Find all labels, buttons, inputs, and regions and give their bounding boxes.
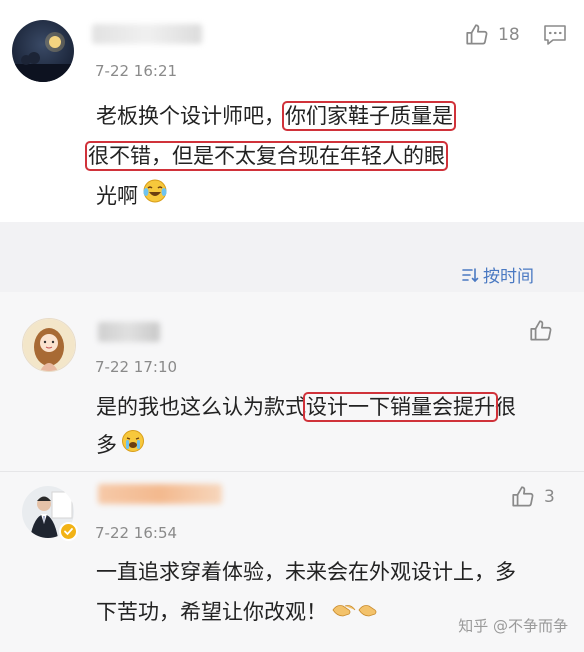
comment-text: 多 — [96, 433, 117, 457]
thumbs-up-icon — [512, 486, 534, 507]
comment-time: 7-22 16:54 — [95, 524, 178, 542]
comment-thread: 7-22 16:21 18 老板换个设计师吧，你们家鞋子质量是 很不错，但是不太… — [0, 0, 584, 652]
highlight-box: 设计一下销量会提升 — [303, 392, 498, 422]
comment-body: 是的我也这么认为款式设计一下销量会提升很 多 — [96, 388, 576, 465]
watermark: 知乎 @不争而争 — [458, 617, 568, 635]
comment-icon — [544, 25, 566, 45]
comment-1: 7-22 16:21 18 老板换个设计师吧，你们家鞋子质量是 很不错，但是不太… — [0, 0, 584, 222]
laugh-cry-emoji — [142, 177, 168, 217]
verified-badge-icon — [59, 522, 78, 541]
reply-button[interactable] — [543, 24, 567, 50]
crying-emoji — [121, 427, 145, 465]
handshake-emoji — [331, 593, 383, 633]
sort-icon — [462, 267, 479, 282]
comment-time: 7-22 16:21 — [95, 62, 178, 80]
thumbs-up-icon — [530, 320, 552, 341]
sort-by-time-button[interactable]: 按时间 — [461, 262, 534, 287]
like-button[interactable] — [528, 318, 554, 344]
like-button[interactable]: 18 — [464, 22, 520, 48]
avatar[interactable] — [22, 486, 78, 541]
avatar[interactable] — [12, 20, 74, 82]
username-redacted[interactable] — [92, 24, 202, 44]
comment-text: 很 — [495, 395, 516, 419]
comment-time: 7-22 17:10 — [95, 358, 178, 376]
comment-text: 一直追求穿着体验，未来会在外观设计上，多 — [96, 560, 516, 584]
sort-label: 按时间 — [483, 267, 534, 287]
comment-2: 7-22 17:10 是的我也这么认为款式设计一下销量会提升很 多 — [0, 296, 584, 466]
username-redacted[interactable] — [98, 484, 222, 504]
comment-3: 7-22 16:54 3 一直追求穿着体验，未来会在外观设计上，多 下苦功，希望… — [0, 472, 584, 652]
comment-text: 是的我也这么认为款式 — [96, 395, 306, 419]
highlight-box: 很不错，但是不太复合现在年轻人的眼 — [85, 141, 448, 171]
comment-text: 光啊 — [96, 184, 138, 208]
comment-text: 老板换个设计师吧， — [96, 104, 285, 128]
username-redacted[interactable] — [98, 322, 160, 342]
like-button[interactable]: 3 — [510, 484, 555, 510]
like-count: 18 — [498, 25, 520, 45]
like-count: 3 — [544, 487, 555, 507]
thumbs-up-icon — [466, 24, 488, 45]
highlight-box: 你们家鞋子质量是 — [282, 101, 456, 131]
comment-body: 老板换个设计师吧，你们家鞋子质量是 很不错，但是不太复合现在年轻人的眼 光啊 — [85, 96, 566, 217]
avatar[interactable] — [22, 318, 76, 372]
comment-text: 下苦功，希望让你改观！ — [96, 600, 327, 624]
